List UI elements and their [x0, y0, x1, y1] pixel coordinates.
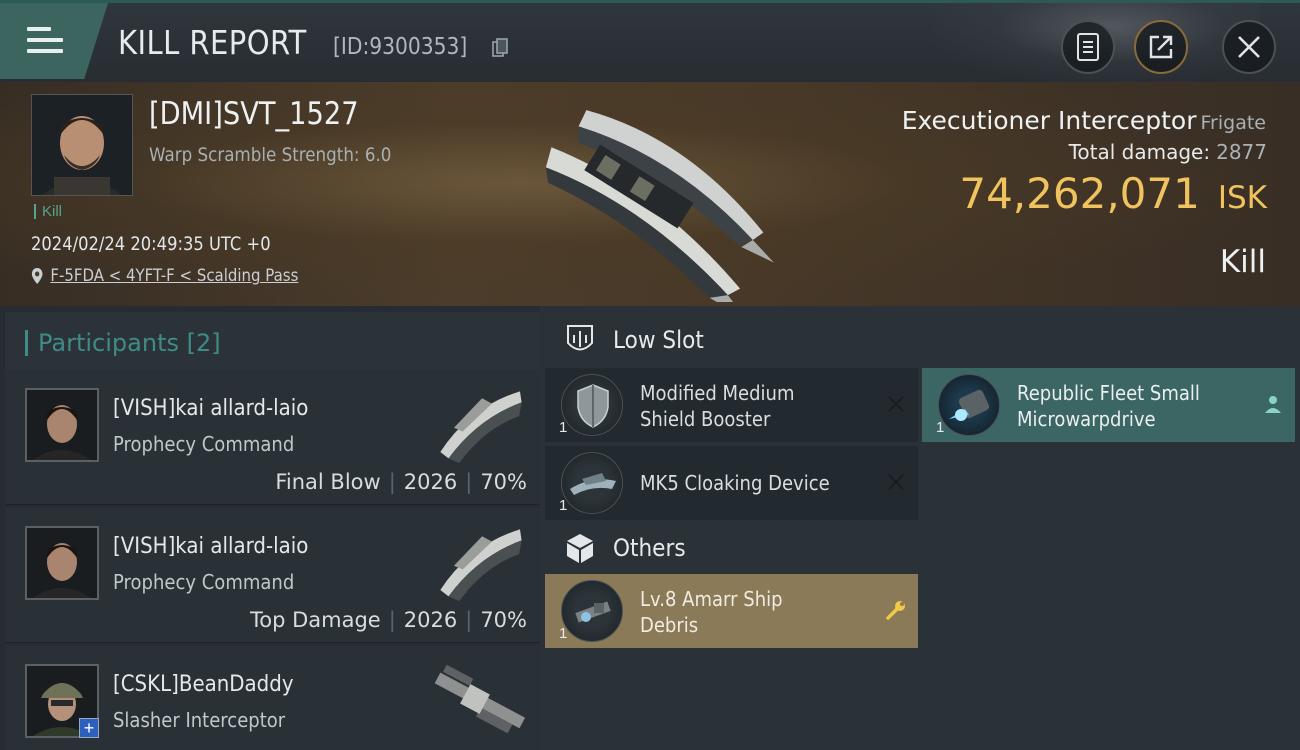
microwarpdrive-icon	[938, 374, 1000, 436]
module-item[interactable]: 1 Modified Medium Shield Booster	[545, 368, 918, 442]
participant-role: Final Blow	[275, 470, 381, 494]
person-icon	[1265, 396, 1281, 413]
destroyed-icon	[888, 474, 904, 490]
warp-scramble-strength: Warp Scramble Strength: 6.0	[149, 144, 392, 166]
participant-damage: 2026	[403, 608, 458, 632]
module-name-line1: Republic Fleet Small	[1017, 381, 1200, 405]
participant-name: [VISH]kai allard-laio	[113, 534, 309, 559]
module-name: Modified Medium Shield Booster	[640, 380, 795, 432]
clipboard-icon	[1077, 33, 1099, 61]
participants-title: Participants [2]	[25, 330, 221, 356]
participant-card[interactable]: [VISH]kai allard-laio Prophecy Command T…	[5, 508, 540, 643]
close-button[interactable]	[1222, 20, 1276, 74]
page-title: KILL REPORT	[118, 23, 307, 62]
isk-unit: ISK	[1217, 180, 1267, 216]
module-name: Republic Fleet Small Microwarpdrive	[1017, 380, 1200, 432]
participant-percent: 70%	[480, 470, 527, 494]
participant-ship-image	[440, 391, 522, 464]
participant-avatar[interactable]	[25, 526, 99, 600]
total-damage: Total damage: 2877	[1069, 140, 1267, 164]
ship-debris-icon	[561, 580, 623, 642]
participant-percent: 70%	[480, 608, 527, 632]
module-quantity: 1	[936, 419, 945, 436]
victim-ship-image	[545, 110, 775, 302]
shield-booster-icon	[561, 374, 623, 436]
ship-name-text: Executioner Interceptor	[901, 106, 1197, 135]
participant-name: [CSKL]BeanDaddy	[113, 672, 294, 697]
total-damage-label: Total damage:	[1068, 140, 1211, 164]
total-damage-value: 2877	[1216, 140, 1267, 164]
participant-ship: Prophecy Command	[113, 432, 295, 456]
module-item[interactable]: 1 Republic Fleet Small Microwarpdrive	[922, 368, 1295, 442]
cloaking-device-icon	[561, 452, 623, 514]
kill-tag: Kill	[34, 204, 62, 219]
module-quantity: 1	[559, 625, 568, 642]
module-name: Lv.8 Amarr Ship Debris	[640, 586, 783, 638]
report-details-button[interactable]	[1061, 20, 1115, 74]
destroyed-icon	[888, 396, 904, 412]
victim-name[interactable]: [DMI]SVT_1527	[149, 96, 359, 132]
cargo-box-icon	[567, 534, 593, 563]
share-icon	[1149, 35, 1173, 59]
low-slot-header: Low Slot	[545, 312, 1295, 368]
menu-icon	[27, 27, 63, 55]
kill-location[interactable]: F-5FDA < 4YFT-F < Scalding Pass	[31, 266, 298, 286]
kill-datetime: 2024/02/24 20:49:35 UTC +0	[31, 233, 271, 255]
fitting-panel: Low Slot 1 Modified Medium Shield Booster…	[540, 306, 1300, 750]
module-name: MK5 Cloaking Device	[640, 471, 830, 495]
participant-stats: Final Blow | 2026 | 70%	[275, 470, 527, 494]
module-name-line2: Debris	[640, 613, 699, 637]
portrait-image	[27, 528, 97, 598]
module-name-line1: Modified Medium	[640, 381, 795, 405]
copy-icon[interactable]	[492, 38, 508, 58]
menu-button[interactable]	[0, 3, 108, 79]
isk-amount: 74,262,071	[959, 169, 1200, 218]
participant-card[interactable]: [VISH]kai allard-laio Prophecy Command F…	[5, 370, 540, 505]
victim-avatar[interactable]	[31, 94, 133, 196]
participants-count: [2]	[186, 329, 221, 357]
close-icon	[1238, 36, 1260, 58]
participant-role: Top Damage	[249, 608, 381, 632]
participant-stats: Top Damage | 2026 | 70%	[249, 608, 527, 632]
participants-header: Participants [2]	[5, 312, 540, 370]
wrench-icon	[886, 601, 905, 620]
module-item[interactable]: 1 Lv.8 Amarr Ship Debris	[545, 574, 918, 648]
participant-avatar[interactable]: +	[25, 664, 99, 738]
participant-ship: Slasher Interceptor	[113, 708, 286, 732]
module-name-line2: Shield Booster	[640, 407, 771, 431]
others-label: Others	[613, 534, 686, 562]
victim-ship-name[interactable]: Executioner Interceptor Frigate	[902, 106, 1266, 135]
portrait-image	[27, 390, 97, 460]
module-name-line2: Microwarpdrive	[1017, 407, 1156, 431]
module-name-line1: Lv.8 Amarr Ship	[640, 587, 783, 611]
participant-name: [VISH]kai allard-laio	[113, 396, 309, 421]
participants-panel: Participants [2] [VISH]kai allard-laio P…	[0, 306, 540, 750]
others-header: Others	[545, 520, 1295, 576]
window-header: KILL REPORT [ID:9300353]	[0, 0, 1300, 83]
outcome-label: Kill	[1219, 244, 1266, 280]
participant-card[interactable]: + [CSKL]BeanDaddy Slasher Interceptor	[5, 646, 540, 750]
module-item[interactable]: 1 MK5 Cloaking Device	[545, 446, 918, 520]
location-link[interactable]: F-5FDA < 4YFT-F < Scalding Pass	[50, 266, 298, 286]
participant-avatar[interactable]	[25, 388, 99, 462]
participant-ship-image	[440, 529, 522, 602]
portrait-image	[32, 95, 132, 195]
participant-ship-image	[434, 664, 526, 734]
participant-ship: Prophecy Command	[113, 570, 295, 594]
share-button[interactable]	[1134, 20, 1188, 74]
participant-damage: 2026	[403, 470, 458, 494]
module-quantity: 1	[559, 497, 568, 514]
ship-class: Frigate	[1200, 112, 1266, 134]
report-id: [ID:9300353]	[333, 34, 468, 60]
location-pin-icon	[31, 268, 43, 284]
participants-label: Participants	[38, 329, 179, 357]
low-slot-icon	[567, 325, 593, 351]
plus-badge-icon: +	[79, 718, 99, 738]
low-slot-label: Low Slot	[613, 326, 704, 354]
isk-value: 74,262,071 ISK	[959, 169, 1267, 218]
victim-banner: [DMI]SVT_1527 Warp Scramble Strength: 6.…	[0, 82, 1300, 306]
module-quantity: 1	[559, 419, 568, 436]
